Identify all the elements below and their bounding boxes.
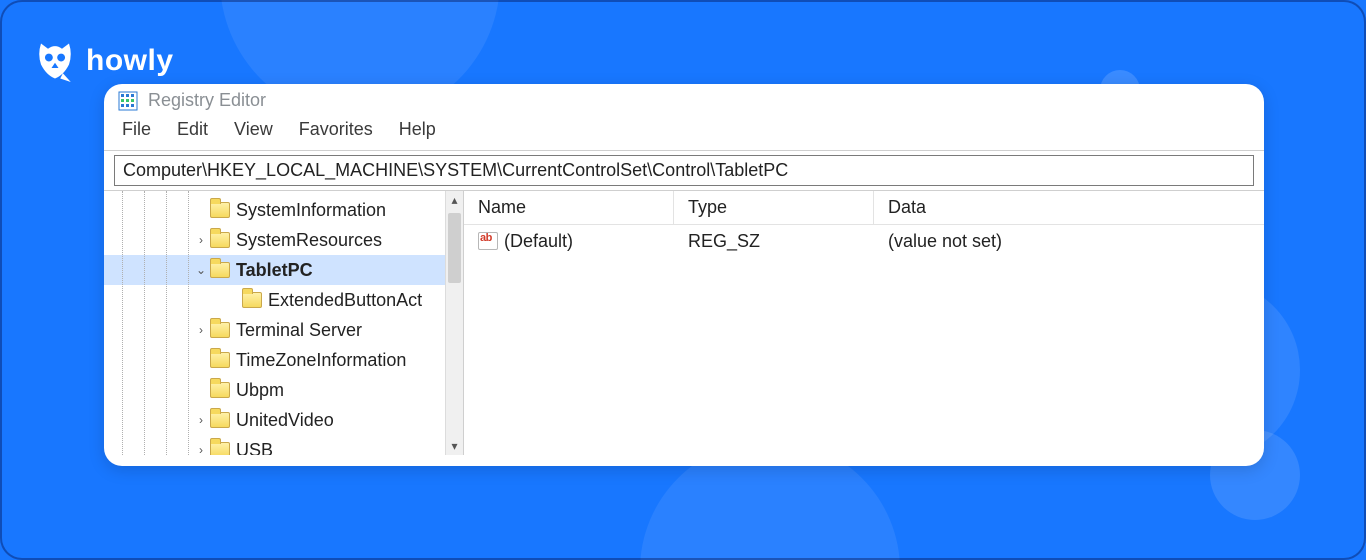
chevron-right-icon[interactable]: › [194,233,208,247]
tree-item-label: SystemResources [236,230,382,251]
tree-item[interactable]: ⌄ TabletPC [104,255,463,285]
value-row[interactable]: (Default) REG_SZ(value not set) [464,225,1264,258]
values-header: Name Type Data [464,191,1264,225]
tree-item[interactable]: ›Ubpm [104,375,463,405]
chevron-right-icon[interactable]: › [194,443,208,455]
tree-item[interactable]: ›ExtendedButtonAct [104,285,463,315]
tree-item-label: SystemInformation [236,200,386,221]
value-type: REG_SZ [674,225,874,258]
tree-item-label: TabletPC [236,260,313,281]
folder-icon [210,202,230,218]
values-rows: (Default) REG_SZ(value not set) [464,225,1264,258]
brand-logo: howly [34,40,174,82]
chevron-right-icon[interactable]: › [194,413,208,427]
folder-icon [210,322,230,338]
tree-item-label: Ubpm [236,380,284,401]
menu-favorites[interactable]: Favorites [299,119,373,140]
menu-file[interactable]: File [122,119,151,140]
value-data: (value not set) [874,225,1264,258]
brand-name: howly [86,44,174,78]
folder-icon [210,412,230,428]
scroll-track[interactable] [446,209,463,437]
window-title: Registry Editor [148,90,266,111]
column-data[interactable]: Data [874,191,1264,225]
tree-pane: ›SystemInformation›SystemResources⌄Table… [104,191,464,455]
tree-item-label: USB [236,440,273,456]
menu-view[interactable]: View [234,119,273,140]
menu-edit[interactable]: Edit [177,119,208,140]
owl-icon [34,40,76,82]
tree-scrollbar[interactable]: ▴ ▾ [445,191,463,455]
tree-item-label: TimeZoneInformation [236,350,406,371]
folder-icon [210,352,230,368]
tree-item-label: Terminal Server [236,320,362,341]
value-name: (Default) [504,231,573,251]
tree-item[interactable]: › Terminal Server [104,315,463,345]
folder-icon [242,292,262,308]
scroll-thumb[interactable] [448,213,461,283]
values-pane: Name Type Data (Default) REG_SZ(value not… [464,191,1264,455]
address-bar [104,150,1264,191]
menu-help[interactable]: Help [399,119,436,140]
tree-item-label: UnitedVideo [236,410,334,431]
menubar: File Edit View Favorites Help [104,113,1264,150]
tree-item[interactable]: ›TimeZoneInformation [104,345,463,375]
scroll-down-icon[interactable]: ▾ [446,437,463,455]
chevron-right-icon[interactable]: › [194,323,208,337]
registry-tree[interactable]: ›SystemInformation›SystemResources⌄Table… [104,191,463,455]
reg-string-icon [478,232,498,250]
tree-item[interactable]: › UnitedVideo [104,405,463,435]
tree-item-label: ExtendedButtonAct [268,290,422,311]
tree-item[interactable]: › USB [104,435,463,455]
tree-item[interactable]: › SystemResources [104,225,463,255]
folder-icon [210,442,230,455]
registry-editor-window: Registry Editor File Edit View Favorites… [104,84,1264,466]
tree-item[interactable]: ›SystemInformation [104,195,463,225]
column-type[interactable]: Type [674,191,874,225]
folder-icon [210,382,230,398]
regedit-icon [118,91,138,111]
folder-icon [210,262,230,278]
chevron-down-icon[interactable]: ⌄ [194,263,208,277]
folder-icon [210,232,230,248]
address-input[interactable] [114,155,1254,186]
titlebar: Registry Editor [104,84,1264,113]
scroll-up-icon[interactable]: ▴ [446,191,463,209]
column-name[interactable]: Name [464,191,674,225]
